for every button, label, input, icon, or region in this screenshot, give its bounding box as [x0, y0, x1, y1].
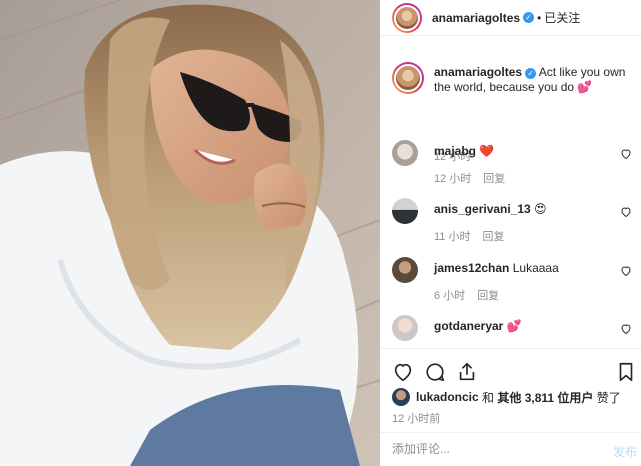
reply-button[interactable]: 回复 — [477, 290, 499, 302]
add-comment-input[interactable] — [392, 442, 592, 456]
liker-avatar[interactable] — [392, 388, 410, 406]
comment-meta: 6 小时 回复 — [434, 287, 499, 303]
heart-icon[interactable] — [620, 323, 632, 335]
comment-line: anis_gerivani_13 😍 — [434, 202, 547, 216]
comment-text: ❤️ — [479, 144, 495, 158]
commenter-avatar[interactable] — [392, 257, 418, 283]
comment-time: 12 小时 — [434, 173, 472, 185]
caption-avatar[interactable] — [392, 62, 424, 94]
comment-item: majabg ❤️ 12 小时 回复 — [392, 140, 632, 192]
comment-text: 💕 — [506, 319, 522, 333]
liker-username[interactable]: lukadoncic — [416, 390, 479, 404]
post-timestamp: 12 小时前 — [392, 413, 441, 425]
author-avatar[interactable] — [392, 2, 422, 33]
following-button[interactable]: 已关注 — [544, 9, 580, 26]
caption-username[interactable]: anamariagoltes — [434, 65, 522, 79]
comment-icon[interactable] — [424, 361, 446, 383]
comment-username[interactable]: gotdaneryar — [434, 319, 503, 333]
post-side-panel: anamariagoltes ✓ • 已关注 anamariagoltes ✓ A… — [380, 0, 641, 466]
comment-time: 6 小时 — [434, 290, 466, 302]
comment-time: 11 小时 — [434, 231, 471, 243]
photo-illustration — [0, 0, 380, 466]
verified-badge-icon: ✓ — [525, 68, 537, 79]
verified-badge-icon: ✓ — [523, 12, 535, 23]
post-photo[interactable] — [0, 0, 380, 466]
heart-icon[interactable] — [620, 265, 632, 277]
comment-item: james12chan Lukaaaa 6 小时 回复 — [392, 257, 632, 309]
likes-summary: lukadoncic 和 其他 3,811 位用户 赞了 — [392, 388, 621, 406]
commenter-avatar[interactable] — [392, 315, 418, 341]
comment-username[interactable]: anis_gerivani_13 — [434, 202, 531, 216]
comment-username[interactable]: james12chan — [434, 261, 509, 275]
caption-text: anamariagoltes ✓ Act like you own the wor… — [434, 65, 634, 95]
comment-text: Lukaaaa — [512, 261, 559, 275]
likes-and: 和 — [482, 390, 495, 405]
comment-meta: 12 小时 回复 — [434, 170, 505, 186]
comment-item: gotdaneryar 💕 — [392, 315, 632, 348]
author-username[interactable]: anamariagoltes — [432, 11, 520, 25]
post-comment-button[interactable]: 发布 — [613, 443, 637, 460]
heart-icon[interactable] — [392, 361, 414, 383]
comment-line: gotdaneryar 💕 — [434, 319, 522, 333]
instagram-post: anamariagoltes ✓ • 已关注 anamariagoltes ✓ A… — [0, 0, 641, 466]
comment-username[interactable]: majabg — [434, 144, 476, 158]
comment-line: majabg ❤️ — [434, 144, 494, 158]
reply-button[interactable]: 回复 — [483, 173, 505, 185]
comment-meta: 11 小时 回复 — [434, 228, 504, 244]
add-comment-bar: 发布 — [380, 432, 641, 466]
reply-button[interactable]: 回复 — [482, 231, 504, 243]
share-icon[interactable] — [456, 361, 478, 383]
comment-text: 😍 — [534, 202, 547, 216]
header-separator: • — [537, 10, 542, 25]
commenter-avatar[interactable] — [392, 140, 418, 166]
bookmark-icon[interactable] — [615, 361, 637, 383]
post-header: anamariagoltes ✓ • 已关注 — [380, 0, 641, 36]
commenter-avatar[interactable] — [392, 198, 418, 224]
post-actions — [380, 348, 641, 392]
comments-list[interactable]: anamariagoltes ✓ Act like you own the wor… — [380, 36, 641, 348]
heart-icon[interactable] — [620, 206, 632, 218]
heart-icon[interactable] — [620, 148, 632, 160]
likes-others-count[interactable]: 其他 3,811 位用户 — [497, 389, 593, 406]
comment-line: james12chan Lukaaaa — [434, 261, 559, 275]
comment-item: anis_gerivani_13 😍 11 小时 回复 — [392, 198, 632, 250]
likes-liked: 赞了 — [596, 390, 621, 405]
